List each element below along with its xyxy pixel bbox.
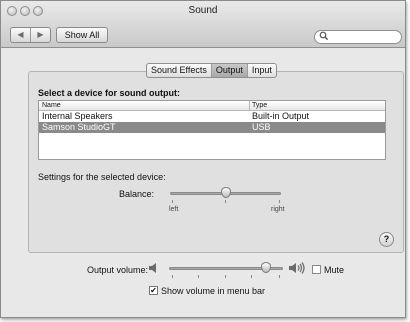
show-volume-in-menubar-checkbox[interactable]: ✔: [149, 286, 158, 295]
device-name: Internal Speakers: [42, 111, 113, 121]
slider-tick: [225, 200, 226, 203]
balance-right-label: right: [271, 206, 285, 213]
search-field[interactable]: [314, 30, 402, 44]
slider-tick: [251, 275, 252, 278]
pane-tabs: Sound Effects Output Input: [146, 63, 277, 78]
output-volume-label: Output volume:: [87, 265, 149, 275]
title-bar: Sound ◀ ▶ Show All: [1, 1, 405, 48]
volume-slider-knob[interactable]: [260, 262, 271, 273]
checkmark-icon: ✔: [150, 286, 157, 295]
column-header-name[interactable]: Name: [42, 101, 61, 110]
column-divider: [249, 101, 250, 110]
mute-checkbox[interactable]: [312, 265, 321, 274]
balance-slider-knob[interactable]: [220, 187, 231, 198]
show-all-button[interactable]: Show All: [56, 27, 108, 43]
column-header-type[interactable]: Type: [252, 101, 267, 110]
device-type: Built-in Output: [252, 111, 310, 121]
output-device-table[interactable]: Name Type Internal Speakers Built-in Out…: [38, 100, 386, 160]
device-name: Samson StudioGT: [42, 122, 116, 132]
device-type: USB: [252, 122, 271, 132]
slider-tick: [225, 275, 226, 278]
slider-tick: [172, 200, 173, 203]
table-row[interactable]: Internal Speakers Built-in Output: [39, 111, 385, 122]
table-row-selected[interactable]: Samson StudioGT USB: [39, 122, 385, 133]
tab-sound-effects[interactable]: Sound Effects: [147, 64, 212, 77]
mute-label[interactable]: Mute: [324, 265, 344, 275]
speaker-high-icon: [289, 262, 305, 274]
slider-tick: [279, 275, 280, 278]
balance-left-label: left: [169, 206, 179, 213]
forward-arrow-icon[interactable]: ▶: [31, 28, 50, 42]
sound-preferences-window: Sound ◀ ▶ Show All Sound Effects Output …: [0, 0, 406, 318]
tab-output[interactable]: Output: [211, 64, 248, 77]
speaker-low-icon: [149, 263, 156, 273]
slider-tick: [172, 275, 173, 278]
tab-input[interactable]: Input: [248, 64, 276, 77]
back-arrow-icon[interactable]: ◀: [11, 28, 31, 42]
back-forward-control: ◀ ▶: [10, 27, 51, 43]
slider-tick: [279, 200, 280, 203]
window-title: Sound: [188, 5, 218, 16]
device-select-heading: Select a device for sound output:: [38, 88, 181, 98]
slider-tick: [198, 275, 199, 278]
table-header: Name Type: [39, 101, 385, 111]
show-volume-in-menubar-label[interactable]: Show volume in menu bar: [161, 286, 265, 296]
device-settings-label: Settings for the selected device:: [38, 172, 166, 182]
search-icon: [319, 31, 329, 41]
output-panel: Select a device for sound output: Name T…: [28, 71, 404, 253]
search-input[interactable]: [329, 32, 397, 42]
balance-label: Balance:: [119, 189, 155, 199]
help-button[interactable]: ?: [379, 232, 394, 247]
